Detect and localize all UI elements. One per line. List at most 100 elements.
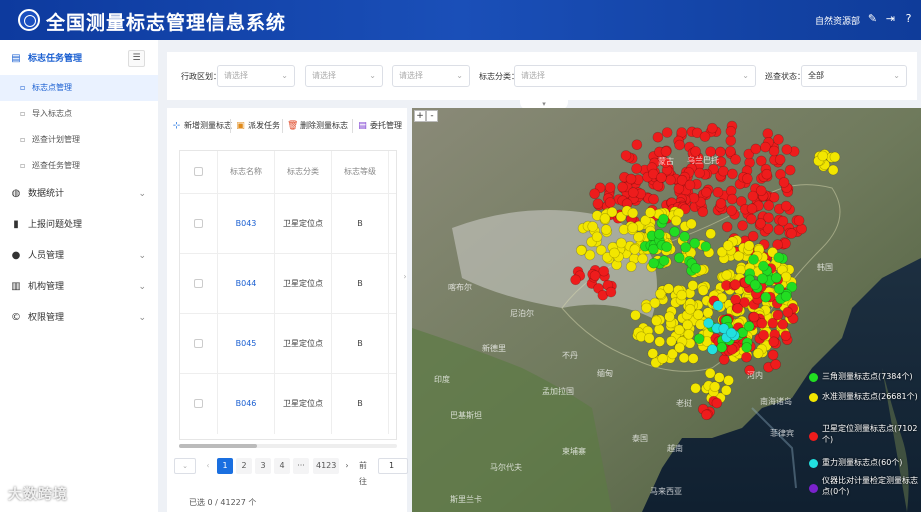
map-marker[interactable] [684, 179, 696, 191]
logout-icon[interactable]: ⇥ [884, 12, 897, 25]
map-marker[interactable] [680, 242, 692, 253]
map-marker[interactable] [827, 164, 839, 176]
map-marker[interactable] [748, 254, 759, 265]
category-select[interactable]: 请选择 ⌄ [514, 65, 756, 87]
map-marker[interactable] [679, 231, 690, 242]
help-icon[interactable]: ? [902, 12, 915, 25]
map-marker[interactable] [701, 187, 712, 198]
map-marker[interactable] [705, 228, 717, 239]
table-row[interactable]: B045 卫星定位点 B [180, 313, 396, 374]
map-marker[interactable] [773, 224, 785, 236]
map-marker[interactable] [670, 215, 682, 227]
point-name-link[interactable]: B044 [218, 254, 275, 314]
map-marker[interactable] [631, 139, 643, 151]
add-point-button[interactable]: ⊹ 新增测量标志 [171, 118, 232, 134]
map-marker[interactable] [694, 167, 705, 179]
map-marker[interactable] [651, 315, 662, 327]
next-page-button[interactable]: › [339, 458, 355, 474]
map-marker[interactable] [768, 336, 780, 348]
map-marker[interactable] [737, 220, 748, 231]
select-all-checkbox[interactable] [194, 167, 203, 176]
map-marker[interactable] [750, 143, 762, 155]
map-marker[interactable] [752, 348, 764, 359]
map-marker[interactable] [657, 353, 668, 364]
map-marker[interactable] [743, 321, 755, 332]
map-marker[interactable] [721, 269, 733, 281]
map-marker[interactable] [693, 333, 705, 344]
page-button[interactable]: 3 [255, 458, 271, 474]
map-marker[interactable] [656, 172, 667, 183]
city-select[interactable]: 请选择 ⌄ [305, 65, 383, 87]
map-marker[interactable] [721, 221, 733, 233]
map-marker[interactable] [658, 255, 670, 266]
map-marker[interactable] [700, 241, 712, 252]
row-checkbox[interactable] [194, 219, 203, 228]
map-marker[interactable] [648, 257, 659, 269]
map-marker[interactable] [687, 280, 699, 291]
map-marker[interactable] [725, 135, 737, 147]
edit-icon[interactable]: ✎ [866, 12, 879, 25]
map-marker[interactable] [742, 173, 753, 184]
map-marker[interactable] [726, 344, 738, 355]
map-marker[interactable] [732, 303, 744, 314]
map-marker[interactable] [699, 131, 711, 142]
map-marker[interactable] [726, 193, 738, 205]
map-marker[interactable] [706, 122, 718, 134]
map-marker[interactable] [707, 344, 718, 355]
map-marker[interactable] [730, 154, 741, 165]
map-marker[interactable] [669, 226, 680, 237]
table-row[interactable]: B044 卫星定位点 B [180, 253, 396, 314]
sidebar-group-personnel[interactable]: ● 人员管理 ⌄ [0, 243, 158, 269]
table-horizontal-scrollbar[interactable] [179, 444, 397, 448]
map-marker[interactable] [616, 237, 627, 249]
panel-toggle-handle[interactable]: › [401, 262, 409, 292]
page-button[interactable]: 1 [217, 458, 233, 474]
map-marker[interactable] [712, 187, 724, 198]
delegate-button[interactable]: ▤ 委托管理 [357, 118, 402, 134]
map-marker[interactable] [716, 342, 728, 353]
map-marker[interactable] [674, 139, 685, 151]
map-marker[interactable] [770, 359, 782, 370]
map-marker[interactable] [665, 174, 676, 186]
map-marker[interactable] [701, 409, 712, 421]
map-marker[interactable] [576, 245, 587, 256]
column-header[interactable]: 标志分类 [275, 151, 332, 193]
map-marker[interactable] [793, 215, 805, 226]
map-marker[interactable] [609, 247, 620, 259]
map-marker[interactable] [749, 279, 761, 291]
map-marker[interactable] [690, 382, 701, 394]
map-marker[interactable] [627, 222, 639, 234]
zoom-in-button[interactable]: + [414, 110, 426, 122]
sidebar-group-statistics[interactable]: ◍ 数据统计 ⌄ [0, 181, 158, 207]
county-select[interactable]: 请选择 ⌄ [392, 65, 470, 87]
map-marker[interactable] [629, 244, 641, 255]
table-row[interactable]: B046 卫星定位点 B [180, 373, 396, 434]
map-marker[interactable] [592, 198, 604, 209]
map-marker[interactable] [725, 125, 737, 137]
sidebar-group-institutions[interactable]: ▥ 机构管理 ⌄ [0, 274, 158, 300]
table-row[interactable]: B043 卫星定位点 B [180, 193, 396, 254]
map-marker[interactable] [763, 200, 775, 211]
map-marker[interactable] [688, 192, 700, 204]
map-marker[interactable] [777, 215, 789, 227]
map-marker[interactable] [774, 154, 786, 165]
sidebar-item-import-points[interactable]: ▫ 导入标志点 [0, 101, 158, 127]
map-marker[interactable] [718, 165, 729, 177]
page-button[interactable]: 4123 [313, 458, 340, 474]
map-marker[interactable] [712, 300, 724, 311]
more-pages-button[interactable]: ··· [293, 458, 309, 474]
map-marker[interactable] [713, 372, 725, 383]
map-marker[interactable] [625, 261, 637, 272]
map-marker[interactable] [704, 367, 716, 379]
map-marker[interactable] [756, 318, 768, 329]
row-checkbox[interactable] [194, 399, 203, 408]
map-marker[interactable] [697, 206, 709, 218]
map-marker[interactable] [655, 288, 666, 300]
column-header[interactable]: 标志名称 [218, 151, 275, 193]
province-select[interactable]: 请选择 ⌄ [217, 65, 295, 87]
map-marker[interactable] [682, 319, 693, 331]
map-marker[interactable] [780, 200, 792, 212]
sidebar-group-issue-handling[interactable]: ▮ 上报问题处理 [0, 212, 158, 238]
map-marker[interactable] [633, 231, 644, 243]
map-marker[interactable] [627, 207, 639, 219]
